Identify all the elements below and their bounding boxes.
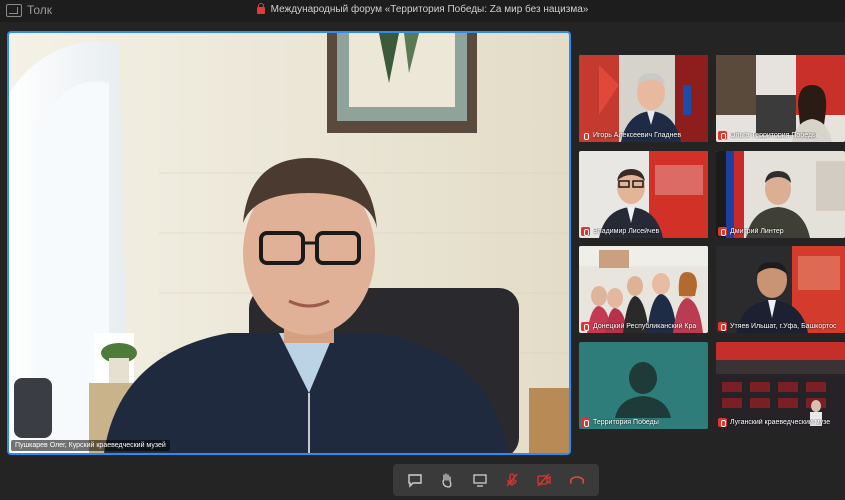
conference-title: Международный форум «Территория Победы: … <box>270 4 589 15</box>
participant-name: Донецкий Республиканский Кра <box>593 323 697 330</box>
chat-button[interactable] <box>403 468 427 492</box>
microphone-muted-icon <box>581 418 590 427</box>
microphone-muted-icon <box>718 131 727 140</box>
raise-hand-icon <box>442 473 452 488</box>
participant-tile[interactable]: Владимир Лисейчев <box>579 151 708 238</box>
participant-tile[interactable]: Дмитрий Линтер <box>716 151 845 238</box>
microphone-muted-icon <box>581 131 590 140</box>
participant-name: Ольга Территория Победы <box>730 132 818 139</box>
participant-tile[interactable]: Луганский краеведческий музе <box>716 342 845 429</box>
microphone-muted-icon <box>581 227 590 236</box>
participant-tile[interactable]: Утяев Ильшат, г.Уфа, Башкортос <box>716 246 845 333</box>
microphone-muted-icon <box>718 418 727 427</box>
participant-tile[interactable]: Территория Победы <box>579 342 708 429</box>
main-speaker-video[interactable]: Пушкарев Олег, Курский краеведческий муз… <box>7 31 571 455</box>
participant-tile[interactable]: Игорь Алексеевич Гладнев <box>579 55 708 142</box>
main-video-nameplate: Пушкарев Олег, Курский краеведческий муз… <box>11 440 170 451</box>
participant-name: Игорь Алексеевич Гладнев <box>593 132 682 139</box>
participant-tile[interactable]: Донецкий Республиканский Кра <box>579 246 708 333</box>
participant-name: Утяев Ильшат, г.Уфа, Башкортос <box>730 323 837 330</box>
microphone-muted-icon <box>581 322 590 331</box>
hang-up-button[interactable] <box>565 468 589 492</box>
participant-name: Луганский краеведческий музе <box>730 419 831 426</box>
participant-name: Владимир Лисейчев <box>593 228 660 235</box>
screen-share-icon <box>473 474 487 487</box>
camera-toggle-button[interactable] <box>532 468 556 492</box>
microphone-muted-icon <box>718 227 727 236</box>
camera-muted-icon <box>537 473 552 487</box>
lock-icon <box>256 3 265 14</box>
participant-tile[interactable]: Ольга Территория Победы <box>716 55 845 142</box>
call-controls <box>393 464 599 496</box>
raise-hand-button[interactable] <box>435 468 459 492</box>
hang-up-icon <box>569 476 584 484</box>
participant-name: Территория Победы <box>593 419 659 426</box>
chat-icon <box>408 474 422 488</box>
microphone-muted-icon <box>506 473 518 487</box>
participant-name: Дмитрий Линтер <box>730 228 784 235</box>
title-bar: Толк Международный форум «Территория Поб… <box>0 0 845 22</box>
microphone-muted-icon <box>718 322 727 331</box>
conference-title-bar: Международный форум «Территория Победы: … <box>0 3 845 15</box>
microphone-toggle-button[interactable] <box>500 468 524 492</box>
screen-share-button[interactable] <box>468 468 492 492</box>
